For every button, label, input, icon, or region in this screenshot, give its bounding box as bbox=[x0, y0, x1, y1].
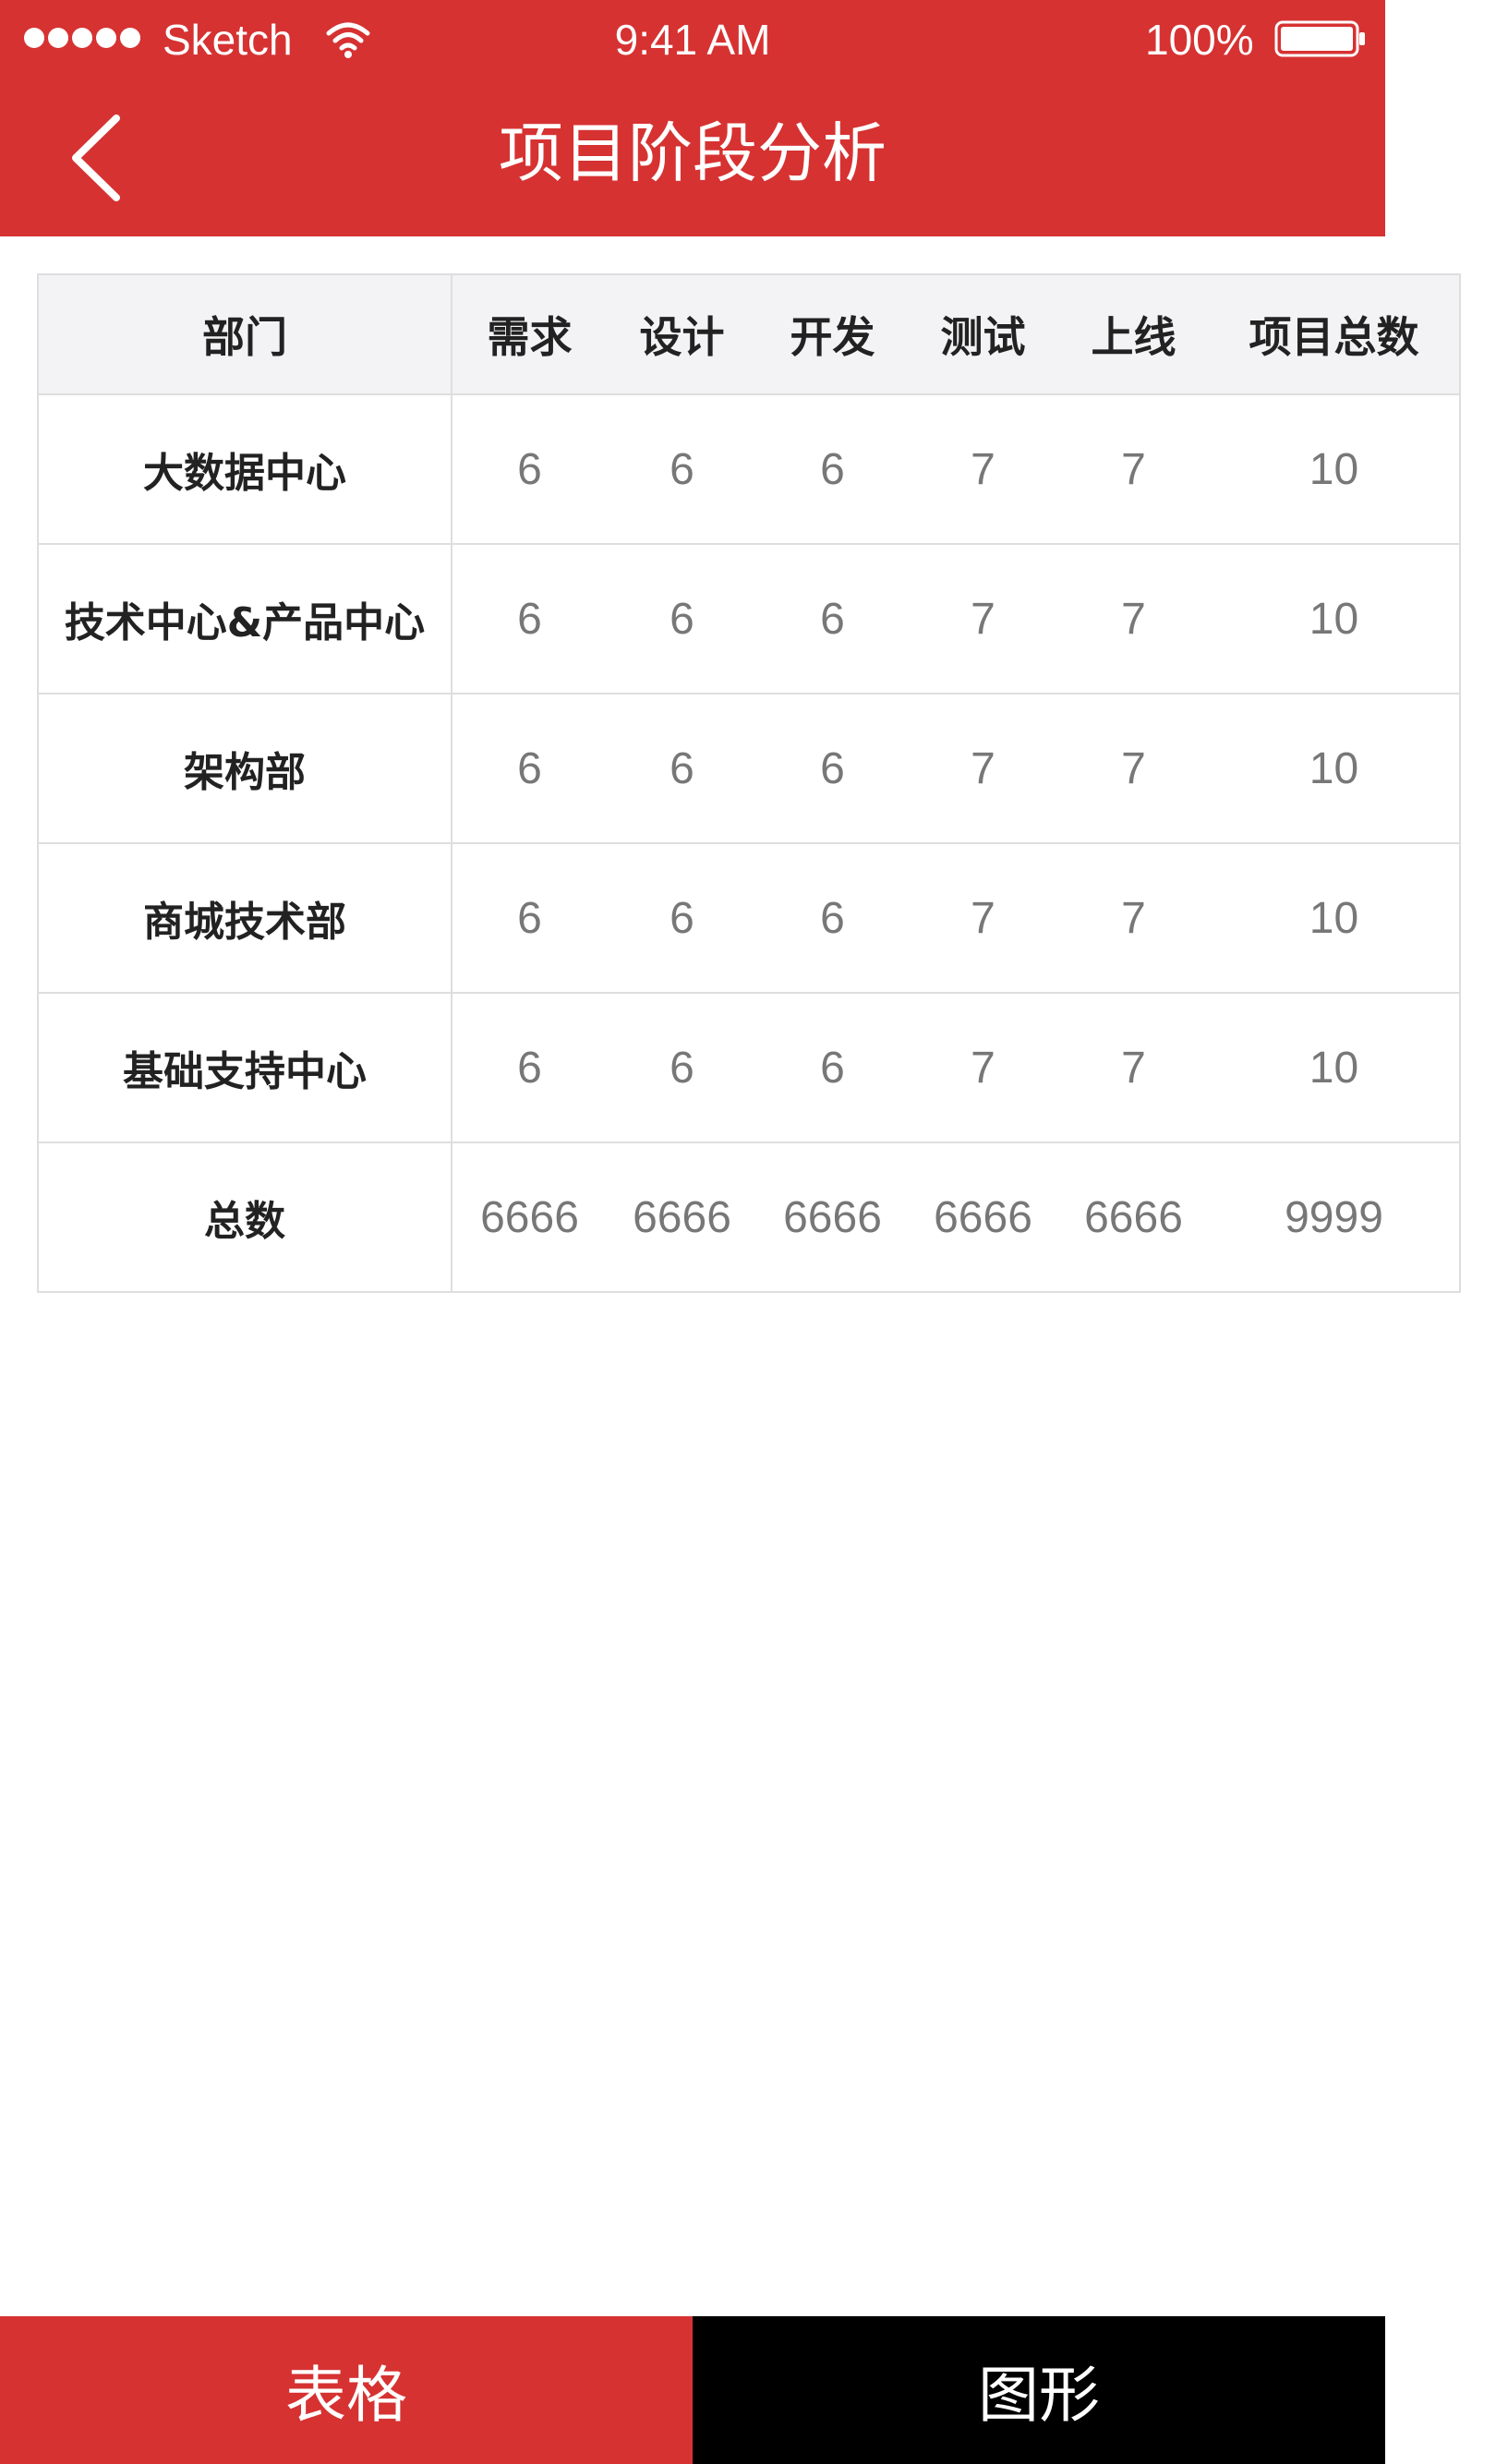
value-cell: 7 bbox=[1058, 992, 1209, 1143]
status-bar: Sketch 9:41 AM 100% bbox=[0, 0, 1385, 79]
value-cell: 7 bbox=[908, 842, 1058, 994]
value-cell: 6 bbox=[757, 842, 908, 994]
value-cell: 6666 bbox=[452, 1141, 607, 1293]
carrier-name: Sketch bbox=[163, 16, 293, 64]
tab-chart[interactable]: 图形 bbox=[693, 2316, 1385, 2464]
value-cell: 6 bbox=[757, 393, 908, 545]
value-cell: 7 bbox=[1058, 393, 1209, 545]
total-label-cell: 总数 bbox=[37, 1141, 452, 1293]
total-cell: 10 bbox=[1209, 842, 1461, 994]
signal-strength-icon bbox=[24, 28, 140, 50]
tab-table[interactable]: 表格 bbox=[0, 2316, 693, 2464]
total-cell: 10 bbox=[1209, 393, 1461, 545]
page-title: 项目阶段分析 bbox=[499, 115, 887, 191]
value-cell: 6 bbox=[452, 992, 607, 1143]
navigation-bar: 项目阶段分析 bbox=[0, 79, 1385, 236]
table-total-row: 总数 6666 6666 6666 6666 6666 9999 bbox=[37, 1141, 1461, 1293]
value-cell: 7 bbox=[1058, 693, 1209, 844]
value-cell: 6 bbox=[607, 693, 757, 844]
status-time: 9:41 AM bbox=[614, 16, 771, 64]
bottom-tab-bar: 表格 图形 bbox=[0, 2316, 1385, 2464]
table-row: 架构部 6 6 6 7 7 10 bbox=[37, 693, 1461, 844]
value-cell: 6 bbox=[607, 543, 757, 695]
value-cell: 6 bbox=[607, 992, 757, 1143]
value-cell: 7 bbox=[908, 393, 1058, 545]
value-cell: 7 bbox=[908, 992, 1058, 1143]
battery-percentage: 100% bbox=[1145, 16, 1254, 64]
department-cell: 技术中心&产品中心 bbox=[37, 543, 452, 695]
value-cell: 6 bbox=[757, 543, 908, 695]
department-cell: 基础支持中心 bbox=[37, 992, 452, 1143]
department-cell: 商城技术部 bbox=[37, 842, 452, 994]
table-row: 技术中心&产品中心 6 6 6 7 7 10 bbox=[37, 543, 1461, 695]
stage-analysis-table: 部门 需求 设计 开发 测试 上线 项目总数 大数据中心 6 6 6 7 7 1… bbox=[37, 273, 1461, 1293]
value-cell: 6666 bbox=[908, 1141, 1058, 1293]
header-design: 设计 bbox=[607, 273, 757, 395]
table-row: 商城技术部 6 6 6 7 7 10 bbox=[37, 842, 1461, 994]
value-cell: 7 bbox=[1058, 842, 1209, 994]
value-cell: 6 bbox=[452, 842, 607, 994]
value-cell: 6666 bbox=[607, 1141, 757, 1293]
table-header-row: 部门 需求 设计 开发 测试 上线 项目总数 bbox=[37, 273, 1461, 395]
header-department: 部门 bbox=[37, 273, 452, 395]
value-cell: 7 bbox=[1058, 543, 1209, 695]
value-cell: 6666 bbox=[757, 1141, 908, 1293]
value-cell: 6 bbox=[607, 842, 757, 994]
value-cell: 6 bbox=[757, 693, 908, 844]
total-cell: 10 bbox=[1209, 992, 1461, 1143]
header-testing: 测试 bbox=[908, 273, 1058, 395]
header-project-total: 项目总数 bbox=[1209, 273, 1461, 395]
value-cell: 6 bbox=[452, 693, 607, 844]
table-row: 基础支持中心 6 6 6 7 7 10 bbox=[37, 992, 1461, 1143]
value-cell: 6666 bbox=[1058, 1141, 1209, 1293]
value-cell: 7 bbox=[908, 693, 1058, 844]
value-cell: 6 bbox=[452, 393, 607, 545]
table-row: 大数据中心 6 6 6 7 7 10 bbox=[37, 393, 1461, 545]
department-cell: 大数据中心 bbox=[37, 393, 452, 545]
value-cell: 7 bbox=[908, 543, 1058, 695]
total-cell: 10 bbox=[1209, 543, 1461, 695]
header-requirement: 需求 bbox=[452, 273, 607, 395]
battery-icon bbox=[1274, 20, 1365, 57]
total-cell: 10 bbox=[1209, 693, 1461, 844]
header-development: 开发 bbox=[757, 273, 908, 395]
value-cell: 6 bbox=[607, 393, 757, 545]
value-cell: 6 bbox=[757, 992, 908, 1143]
header-launch: 上线 bbox=[1058, 273, 1209, 395]
wifi-icon bbox=[326, 22, 370, 58]
total-cell: 9999 bbox=[1209, 1141, 1461, 1293]
value-cell: 6 bbox=[452, 543, 607, 695]
department-cell: 架构部 bbox=[37, 693, 452, 844]
